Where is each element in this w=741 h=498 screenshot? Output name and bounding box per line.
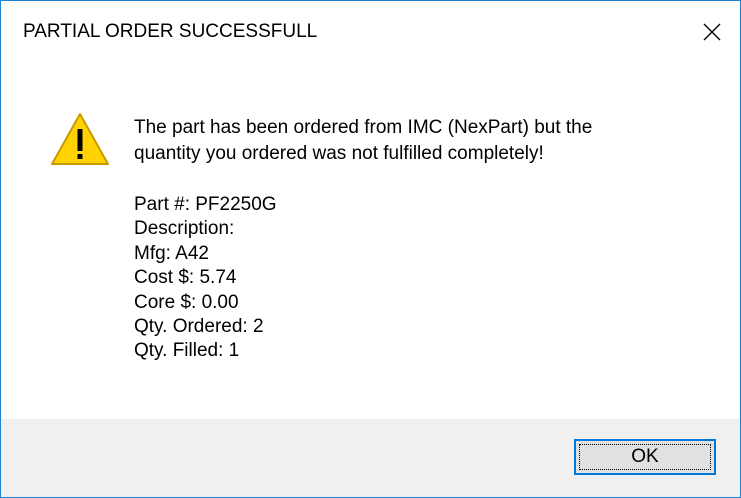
manufacturer: Mfg: A42 — [134, 242, 209, 264]
cost: Cost $: 5.74 — [134, 267, 237, 289]
title-bar[interactable]: PARTIAL ORDER SUCCESSFULL — [1, 1, 740, 63]
description: Description: — [134, 218, 235, 240]
order-details: Part #: PF2250G Description: Mfg: A42 Co… — [134, 193, 277, 364]
ok-button-label: OK — [631, 446, 659, 467]
close-icon — [703, 23, 721, 41]
dialog-footer: OK — [1, 419, 740, 497]
message-line: quantity you ordered was not fulfilled c… — [134, 143, 544, 164]
quantity-filled: Qty. Filled: 1 — [134, 340, 240, 362]
message-text: The part has been ordered from IMC (NexP… — [134, 115, 714, 167]
ok-button[interactable]: OK — [574, 439, 716, 475]
dialog-title: PARTIAL ORDER SUCCESSFULL — [23, 21, 318, 42]
partial-order-dialog: PARTIAL ORDER SUCCESSFULL The part has b… — [0, 0, 741, 498]
warning-icon — [51, 113, 109, 165]
close-button[interactable] — [684, 1, 740, 63]
quantity-ordered: Qty. Ordered: 2 — [134, 316, 264, 338]
message-line: The part has been ordered from IMC (NexP… — [134, 117, 593, 138]
core-cost: Core $: 0.00 — [134, 291, 239, 313]
part-number: Part #: PF2250G — [134, 194, 277, 215]
